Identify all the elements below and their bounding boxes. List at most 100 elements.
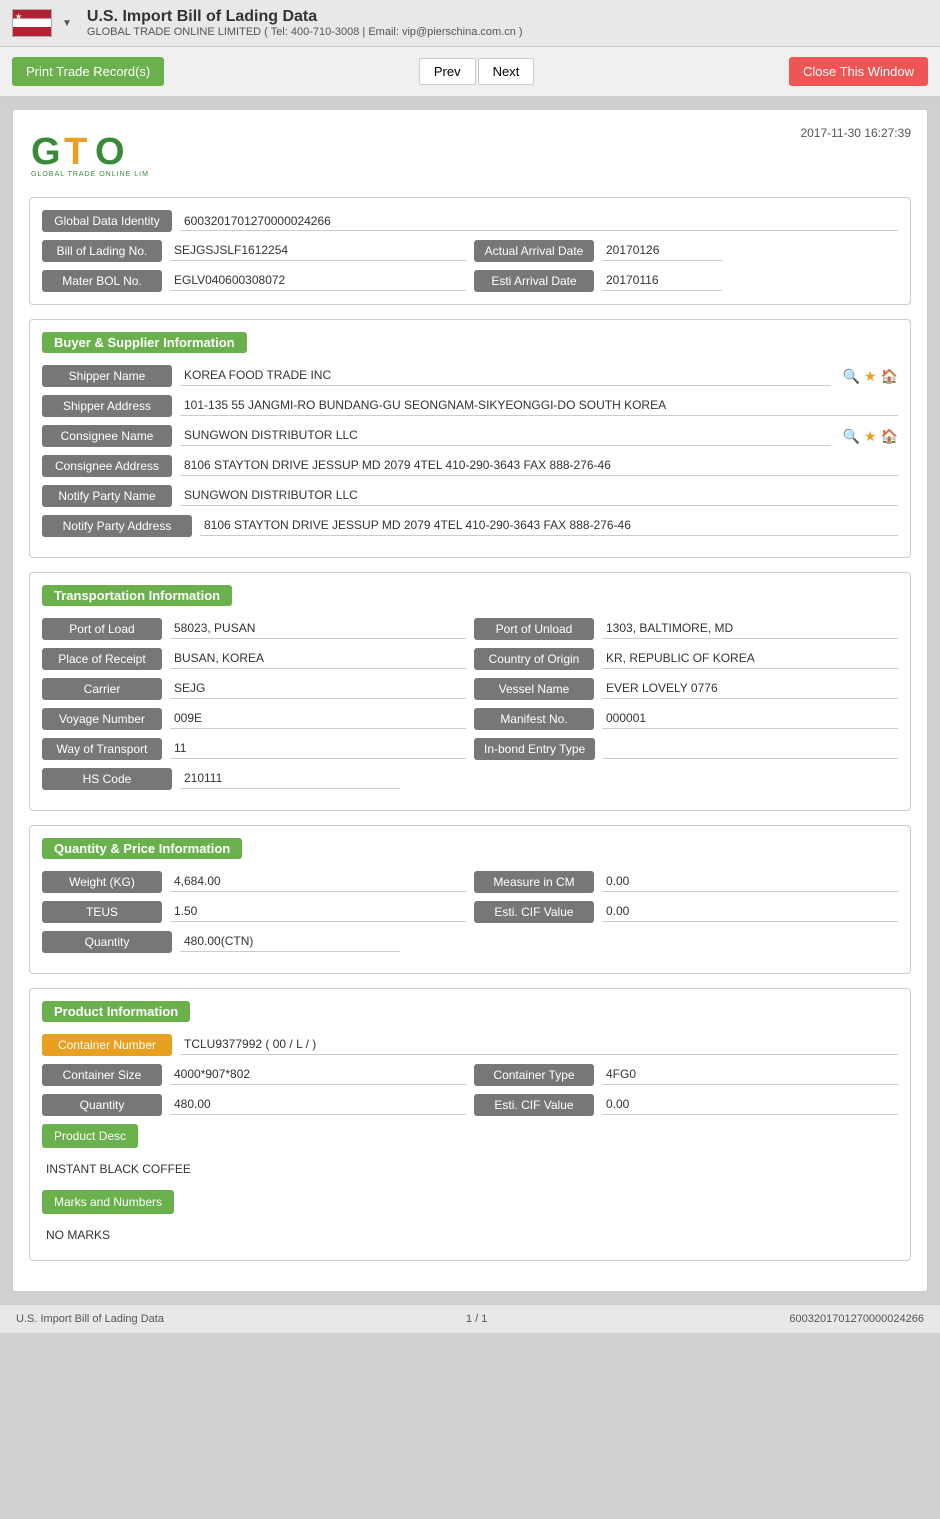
teus-label: TEUS [42,901,162,923]
buyer-supplier-header: Buyer & Supplier Information [42,332,247,353]
bol-value: SEJGSJSLF1612254 [170,241,466,261]
mater-bol-row: Mater BOL No. EGLV040600308072 Esti Arri… [42,270,898,292]
product-info-section: Product Information Container Number TCL… [29,988,911,1261]
page-footer: U.S. Import Bill of Lading Data 1 / 1 60… [0,1304,940,1333]
container-size-label: Container Size [42,1064,162,1086]
shipper-address-row: Shipper Address 101-135 55 JANGMI-RO BUN… [42,395,898,417]
vessel-col: Vessel Name EVER LOVELY 0776 [474,678,898,700]
manifest-col: Manifest No. 000001 [474,708,898,730]
quantity-value: 480.00(CTN) [180,932,400,952]
header-title-block: U.S. Import Bill of Lading Data GLOBAL T… [87,8,523,38]
transportation-section: Transportation Information Port of Load … [29,572,911,811]
consignee-address-label: Consignee Address [42,455,172,477]
product-qty-col: Quantity 480.00 [42,1094,466,1116]
voyage-manifest-row: Voyage Number 009E Manifest No. 000001 [42,708,898,730]
quantity-price-section: Quantity & Price Information Weight (KG)… [29,825,911,974]
container-number-row: Container Number TCLU9377992 ( 00 / L / … [42,1034,898,1056]
product-desc-button[interactable]: Product Desc [42,1124,138,1148]
transport-inbond-row: Way of Transport 11 In-bond Entry Type [42,738,898,760]
product-info-header: Product Information [42,1001,190,1022]
container-type-value: 4FG0 [602,1065,898,1085]
consignee-star-icon[interactable]: ★ [864,428,877,445]
esti-arrival-col: Esti Arrival Date 20170116 [474,270,898,292]
port-unload-value: 1303, BALTIMORE, MD [602,619,898,639]
shipper-name-label: Shipper Name [42,365,172,387]
measure-label: Measure in CM [474,871,594,893]
product-cif-label: Esti. CIF Value [474,1094,594,1116]
weight-col: Weight (KG) 4,684.00 [42,871,466,893]
container-number-label: Container Number [42,1034,172,1056]
shipper-address-label: Shipper Address [42,395,172,417]
consignee-name-label: Consignee Name [42,425,172,447]
footer-left: U.S. Import Bill of Lading Data [16,1313,164,1325]
global-data-identity-value: 6003201701270000024266 [180,212,898,231]
actual-arrival-value: 20170126 [602,241,722,261]
home-icon[interactable]: 🏠 [881,368,898,385]
global-data-identity-label: Global Data Identity [42,210,172,232]
port-unload-label: Port of Unload [474,618,594,640]
consignee-home-icon[interactable]: 🏠 [881,428,898,445]
actual-arrival-label: Actual Arrival Date [474,240,594,262]
consignee-search-icon[interactable]: 🔍 [843,428,860,445]
measure-value: 0.00 [602,872,898,892]
country-origin-label: Country of Origin [474,648,594,670]
port-unload-col: Port of Unload 1303, BALTIMORE, MD [474,618,898,640]
notify-party-name-value: SUNGWON DISTRIBUTOR LLC [180,486,898,506]
manifest-label: Manifest No. [474,708,594,730]
gto-logo-svg: G T O GLOBAL TRADE ONLINE LIMITED [29,126,149,181]
logo-box: G T O GLOBAL TRADE ONLINE LIMITED [29,126,149,181]
shipper-name-icons: 🔍 ★ 🏠 [843,368,898,385]
product-qty-label: Quantity [42,1094,162,1116]
next-button[interactable]: Next [478,58,535,85]
teus-col: TEUS 1.50 [42,901,466,923]
star-icon[interactable]: ★ [864,368,877,385]
footer-right: 6003201701270000024266 [789,1313,924,1325]
print-button[interactable]: Print Trade Record(s) [12,57,164,86]
search-icon[interactable]: 🔍 [843,368,860,385]
bol-col: Bill of Lading No. SEJGSJSLF1612254 [42,240,466,262]
footer-center: 1 / 1 [466,1313,487,1325]
notify-party-address-value: 8106 STAYTON DRIVE JESSUP MD 2079 4TEL 4… [200,516,898,536]
hs-code-label: HS Code [42,768,172,790]
shipper-name-row: Shipper Name KOREA FOOD TRADE INC 🔍 ★ 🏠 [42,365,898,387]
product-desc-row: Product Desc [42,1124,898,1148]
port-row: Port of Load 58023, PUSAN Port of Unload… [42,618,898,640]
receipt-origin-row: Place of Receipt BUSAN, KOREA Country of… [42,648,898,670]
container-type-col: Container Type 4FG0 [474,1064,898,1086]
shipper-address-value: 101-135 55 JANGMI-RO BUNDANG-GU SEONGNAM… [180,396,898,416]
product-cif-col: Esti. CIF Value 0.00 [474,1094,898,1116]
mater-bol-value: EGLV040600308072 [170,271,466,291]
quantity-label: Quantity [42,931,172,953]
marks-numbers-row: Marks and Numbers [42,1190,898,1214]
close-button[interactable]: Close This Window [789,57,928,86]
prev-button[interactable]: Prev [419,58,476,85]
app-header: ▼ U.S. Import Bill of Lading Data GLOBAL… [0,0,940,47]
way-transport-value: 11 [170,739,466,759]
consignee-address-value: 8106 STAYTON DRIVE JESSUP MD 2079 4TEL 4… [180,456,898,476]
product-qty-cif-row: Quantity 480.00 Esti. CIF Value 0.00 [42,1094,898,1116]
svg-text:O: O [95,131,125,173]
port-load-value: 58023, PUSAN [170,619,466,639]
container-size-type-row: Container Size 4000*907*802 Container Ty… [42,1064,898,1086]
carrier-value: SEJG [170,679,466,699]
inbond-label: In-bond Entry Type [474,738,595,760]
timestamp: 2017-11-30 16:27:39 [800,126,911,140]
hs-code-row: HS Code 210111 [42,768,898,790]
marks-numbers-button[interactable]: Marks and Numbers [42,1190,174,1214]
manifest-value: 000001 [602,709,898,729]
buyer-supplier-section: Buyer & Supplier Information Shipper Nam… [29,319,911,558]
container-type-label: Container Type [474,1064,594,1086]
hs-code-value: 210111 [180,769,400,789]
bol-arrival-row: Bill of Lading No. SEJGSJSLF1612254 Actu… [42,240,898,262]
logo-area: G T O GLOBAL TRADE ONLINE LIMITED 2017-1… [29,126,911,181]
bol-label: Bill of Lading No. [42,240,162,262]
nav-buttons: Prev Next [419,58,534,85]
flag-dropdown-arrow[interactable]: ▼ [62,18,72,29]
flag-icon [12,9,52,37]
port-load-label: Port of Load [42,618,162,640]
consignee-name-row: Consignee Name SUNGWON DISTRIBUTOR LLC 🔍… [42,425,898,447]
app-title: U.S. Import Bill of Lading Data [87,8,523,26]
carrier-label: Carrier [42,678,162,700]
notify-party-name-row: Notify Party Name SUNGWON DISTRIBUTOR LL… [42,485,898,507]
country-origin-col: Country of Origin KR, REPUBLIC OF KOREA [474,648,898,670]
